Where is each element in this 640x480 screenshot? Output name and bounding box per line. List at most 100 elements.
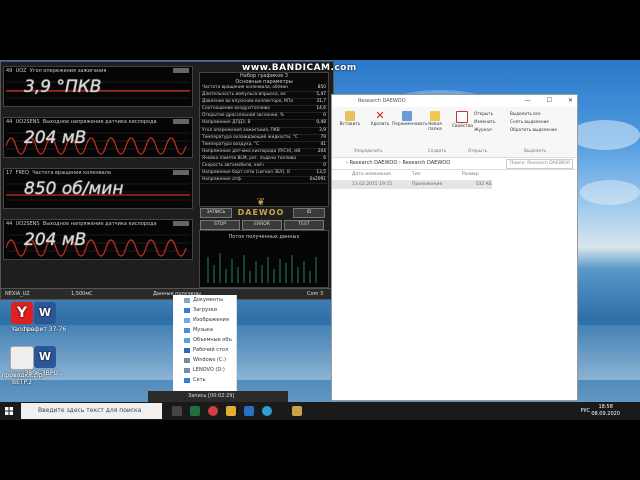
nav-desktop[interactable]: Рабочий стол [173,345,236,355]
group-organize: Упорядочить [354,148,383,153]
desktop-icon-word-doc-2[interactable]: W 3806-3BPU ... [23,346,67,377]
param-label: Ячейка памяти BLM, рег. подачи топлива [202,155,297,161]
pane-scroll[interactable] [173,68,189,73]
pane-scroll[interactable] [173,170,189,175]
file-explorer-icon[interactable] [226,406,236,416]
param-value: 0x2091 [309,177,326,183]
table-row: Температура воздуха, °С 41 [200,142,328,149]
explorer-window: Research DAEWOO — ☐ ✕ Вставить ✕ Удалить… [331,94,578,401]
graph-pane-rpm: 17 FREQ Частота вращения коленвала 850 о… [3,168,193,209]
value-ignition: 3,9 °ПКВ [24,77,102,97]
search-input[interactable]: Поиск: Research DAEWOO [506,159,573,169]
table-row: Напряжение ДПДЗ, В 0,48 [200,120,328,128]
nav-3d-objects[interactable]: Объемные объ [173,335,236,345]
open-button[interactable]: Открыть [474,111,493,116]
data-flow-panel: Поток полученных данных [199,230,329,288]
nav-music[interactable]: Музыка [173,325,236,335]
table-row: Температура охлаждающей жидкости, °С 79 [200,135,328,142]
group-select: Выделить [524,148,546,153]
value-o2-sensor-2: 204 мВ [24,230,87,250]
graph-pane-ignition: 49 UOZ Угол опережения зажигания 3,9 °ПК… [3,66,193,107]
file-date: 13.02.2015 19:15 [352,182,393,187]
nav-downloads[interactable]: Загрузки [173,305,236,315]
cloud [580,180,640,205]
rename-icon [402,111,412,121]
ribbon: Вставить ✕ Удалить Переименовать Новая п… [332,107,577,158]
window-title: Research DAEWOO [358,98,406,104]
file-row[interactable]: 13.02.2015 19:15 Приложение 532 КБ [332,180,492,189]
delete-button[interactable]: ✕ Удалить [370,109,390,127]
daewoo-scanner-icon[interactable] [292,406,302,416]
clock[interactable]: 18:58 08.09.2020 [591,404,620,418]
param-value: 41 [320,141,326,147]
id-button[interactable]: ID [293,208,325,218]
column-size[interactable]: Размер [462,170,502,180]
param-label: Скорость автомобиля, км/ч [202,163,264,169]
edit-button[interactable]: Изменить [474,119,495,124]
stop-button[interactable]: STOP [200,220,240,230]
param-value: 204 [317,148,326,154]
close-button[interactable]: ✕ [568,97,573,104]
recording-overlay[interactable]: Запись [00:02:29] [148,391,288,402]
pane-scroll[interactable] [173,119,189,124]
param-value: 3,9 [319,127,326,133]
table-row: Угол опережения зажигания, ПКВ 3,9 [200,128,328,135]
app-icon-blue[interactable] [244,406,254,416]
column-type[interactable]: Тип [412,170,462,180]
clipboard-icon [345,111,355,121]
file-size: 532 КБ [475,182,492,187]
param-label: Давление во впускном коллекторе, КПа [202,99,294,105]
word-doc-icon: W [34,302,56,324]
app-icon-green[interactable] [190,406,200,416]
daewoo-emblem-icon: ❦ [256,197,266,208]
column-headers: Дата изменения Тип Размер [332,170,577,180]
column-date[interactable]: Дата изменения [352,170,412,180]
param-label: Напряжение датчика кислорода (RICH), мВ [202,148,301,154]
param-label: Температура воздуха, °С [202,141,260,147]
record-button[interactable]: ЗАПИСЬ [200,208,232,218]
desktop: Y Yandex W графит 37-76 проводка.zip BET… [0,60,640,420]
nav-drive-c[interactable]: Windows (C:) [173,355,236,365]
opera-icon[interactable] [208,406,218,416]
pane-scroll[interactable] [173,221,189,226]
desktop-icon-word-doc[interactable]: W графит 37-76 [23,302,67,333]
select-none-button[interactable]: Снять выделение [510,119,549,124]
error-button[interactable]: ERROR [242,220,282,230]
windows-start-icon[interactable] [5,407,13,415]
test-button[interactable]: TEST [284,220,324,230]
nav-network[interactable]: Сеть [173,375,236,385]
maximize-button[interactable]: ☐ [547,97,552,104]
param-value: 14,6 [316,106,326,112]
nav-documents[interactable]: Документы [173,295,236,305]
edge-icon[interactable] [262,406,272,416]
properties-button[interactable]: Свойства [452,111,473,129]
param-label: Длительность импульса впрыска, мс [202,92,286,98]
param-value: 0,48 [316,120,326,126]
explorer-title-bar: Research DAEWOO — ☐ ✕ [332,95,577,107]
nav-pictures[interactable]: Изображения [173,315,236,325]
value-rpm: 850 об/мин [24,179,124,199]
taskbar-search-input[interactable]: Введите здесь текст для поиска [21,403,162,419]
explorer-nav-pane: Документы Загрузки Изображения Музыка Об… [173,295,237,395]
param-value: 79 [320,134,326,140]
param-value: 13,5 [316,170,326,176]
cloud [570,120,640,150]
language-indicator[interactable]: РУС [580,408,590,414]
param-value: 850 [317,85,326,90]
rename-button[interactable]: Переименовать [392,111,428,127]
journal-button[interactable]: Журнал [474,127,492,132]
nav-drive-d[interactable]: LENOVO (D:) [173,365,236,375]
address-bar[interactable]: › Research DAEWOO › Research DAEWOO Поис… [332,158,577,170]
minimize-button[interactable]: — [525,97,531,104]
folder-icon [430,111,440,121]
breadcrumb[interactable]: › Research DAEWOO › Research DAEWOO [346,160,450,166]
select-all-button[interactable]: Выделить все [510,111,541,116]
new-folder-button[interactable]: Новая папка [424,111,446,132]
scanner-window: 49 UOZ Угол опережения зажигания 3,9 °ПК… [0,61,334,300]
delete-icon: ✕ [375,109,385,122]
word-doc-icon: W [34,346,56,368]
task-view-icon[interactable] [172,406,182,416]
graph-pane-o2-sensor-2: 44 UO2SENS Выходное напряжение датчика к… [3,219,193,260]
invert-selection-button[interactable]: Обратить выделение [510,127,557,132]
paste-button[interactable]: Вставить [336,111,364,127]
